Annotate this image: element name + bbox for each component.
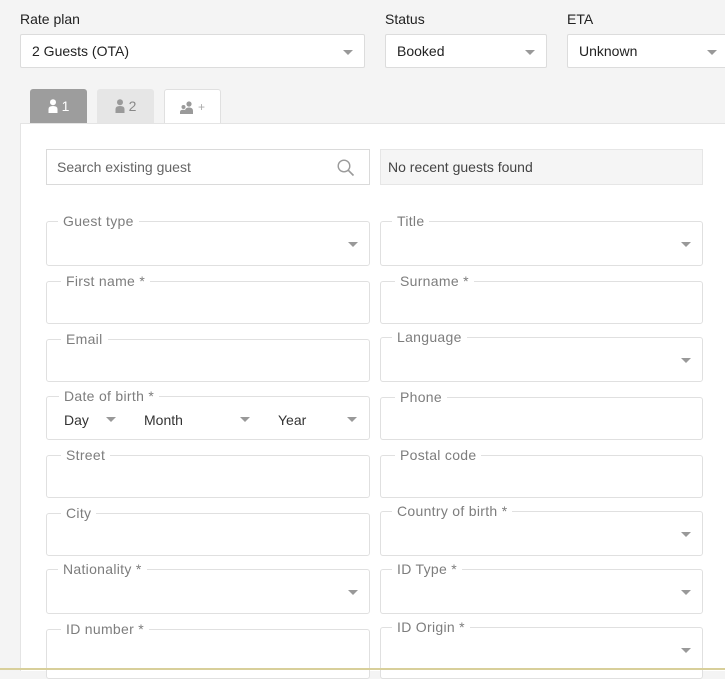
city-field[interactable]: City	[46, 505, 370, 556]
street-field[interactable]: Street	[46, 447, 370, 498]
id-number-field[interactable]: ID number *	[46, 621, 370, 679]
surname-label: Surname *	[395, 273, 474, 289]
search-guest-input[interactable]: Search existing guest	[46, 149, 370, 185]
eta-select[interactable]: Unknown	[567, 34, 725, 68]
chevron-down-icon	[681, 242, 691, 247]
postal-code-label: Postal code	[395, 447, 482, 463]
recent-guests-message: No recent guests found	[388, 159, 533, 175]
chevron-down-icon	[343, 50, 353, 55]
id-number-label: ID number *	[61, 621, 149, 637]
street-label: Street	[61, 447, 111, 463]
phone-label: Phone	[395, 389, 447, 405]
chevron-down-icon	[525, 50, 535, 55]
search-icon	[337, 159, 355, 177]
rate-plan-label: Rate plan	[20, 11, 80, 27]
id-origin-label: ID Origin *	[392, 619, 470, 635]
country-of-birth-label: Country of birth *	[392, 503, 513, 519]
person-icon	[115, 99, 125, 113]
nationality-select[interactable]: Nationality *	[46, 561, 370, 614]
chevron-down-icon	[240, 417, 250, 422]
chevron-down-icon	[106, 417, 116, 422]
status-value: Booked	[397, 43, 445, 59]
id-type-label: ID Type *	[392, 561, 463, 577]
chevron-down-icon	[681, 532, 691, 537]
tab-guest-1[interactable]: 1	[30, 89, 87, 123]
email-field[interactable]: Email	[46, 331, 370, 382]
dob-day-select[interactable]: Day	[46, 410, 146, 436]
id-type-select[interactable]: ID Type *	[380, 561, 703, 614]
chevron-down-icon	[347, 417, 357, 422]
dob-month-select[interactable]: Month	[140, 410, 255, 436]
postal-code-field[interactable]: Postal code	[380, 447, 703, 498]
chevron-down-icon	[681, 648, 691, 653]
surname-field[interactable]: Surname *	[380, 273, 703, 324]
first-name-field[interactable]: First name *	[46, 273, 370, 324]
chevron-down-icon	[707, 50, 717, 55]
guest-type-label: Guest type	[58, 213, 139, 229]
title-label: Title	[392, 213, 430, 229]
tab-guest-2[interactable]: 2	[97, 89, 154, 123]
rate-plan-value: 2 Guests (OTA)	[32, 43, 129, 59]
language-select[interactable]: Language	[380, 329, 703, 382]
dob-day-value: Day	[64, 412, 89, 428]
add-guest-tab[interactable]: +	[164, 89, 221, 124]
first-name-label: First name *	[61, 273, 151, 289]
chevron-down-icon	[348, 242, 358, 247]
city-label: City	[61, 505, 97, 521]
status-select[interactable]: Booked	[385, 34, 547, 68]
language-label: Language	[392, 329, 467, 345]
add-person-icon	[179, 100, 193, 114]
search-guest-placeholder: Search existing guest	[57, 159, 191, 175]
nationality-label: Nationality *	[58, 561, 147, 577]
id-origin-select[interactable]: ID Origin *	[380, 619, 703, 679]
eta-value: Unknown	[579, 43, 638, 59]
dob-year-value: Year	[278, 412, 307, 428]
chevron-down-icon	[348, 590, 358, 595]
phone-field[interactable]: Phone	[380, 389, 703, 440]
title-select[interactable]: Title	[380, 213, 703, 266]
person-icon	[48, 99, 58, 113]
status-label: Status	[385, 11, 425, 27]
tab-guest-2-label: 2	[128, 98, 137, 114]
dob-month-value: Month	[144, 412, 183, 428]
eta-label: ETA	[567, 11, 594, 27]
chevron-down-icon	[681, 590, 691, 595]
country-of-birth-select[interactable]: Country of birth *	[380, 503, 703, 556]
rate-plan-select[interactable]: 2 Guests (OTA)	[20, 34, 365, 68]
email-label: Email	[61, 331, 108, 347]
recent-guests-box: No recent guests found	[380, 149, 703, 185]
dob-year-select[interactable]: Year	[274, 410, 366, 436]
guest-type-select[interactable]: Guest type	[46, 213, 370, 266]
date-of-birth-label: Date of birth *	[59, 388, 160, 404]
chevron-down-icon	[681, 358, 691, 363]
add-guest-tab-label: +	[197, 100, 205, 114]
tab-guest-1-label: 1	[61, 98, 70, 114]
